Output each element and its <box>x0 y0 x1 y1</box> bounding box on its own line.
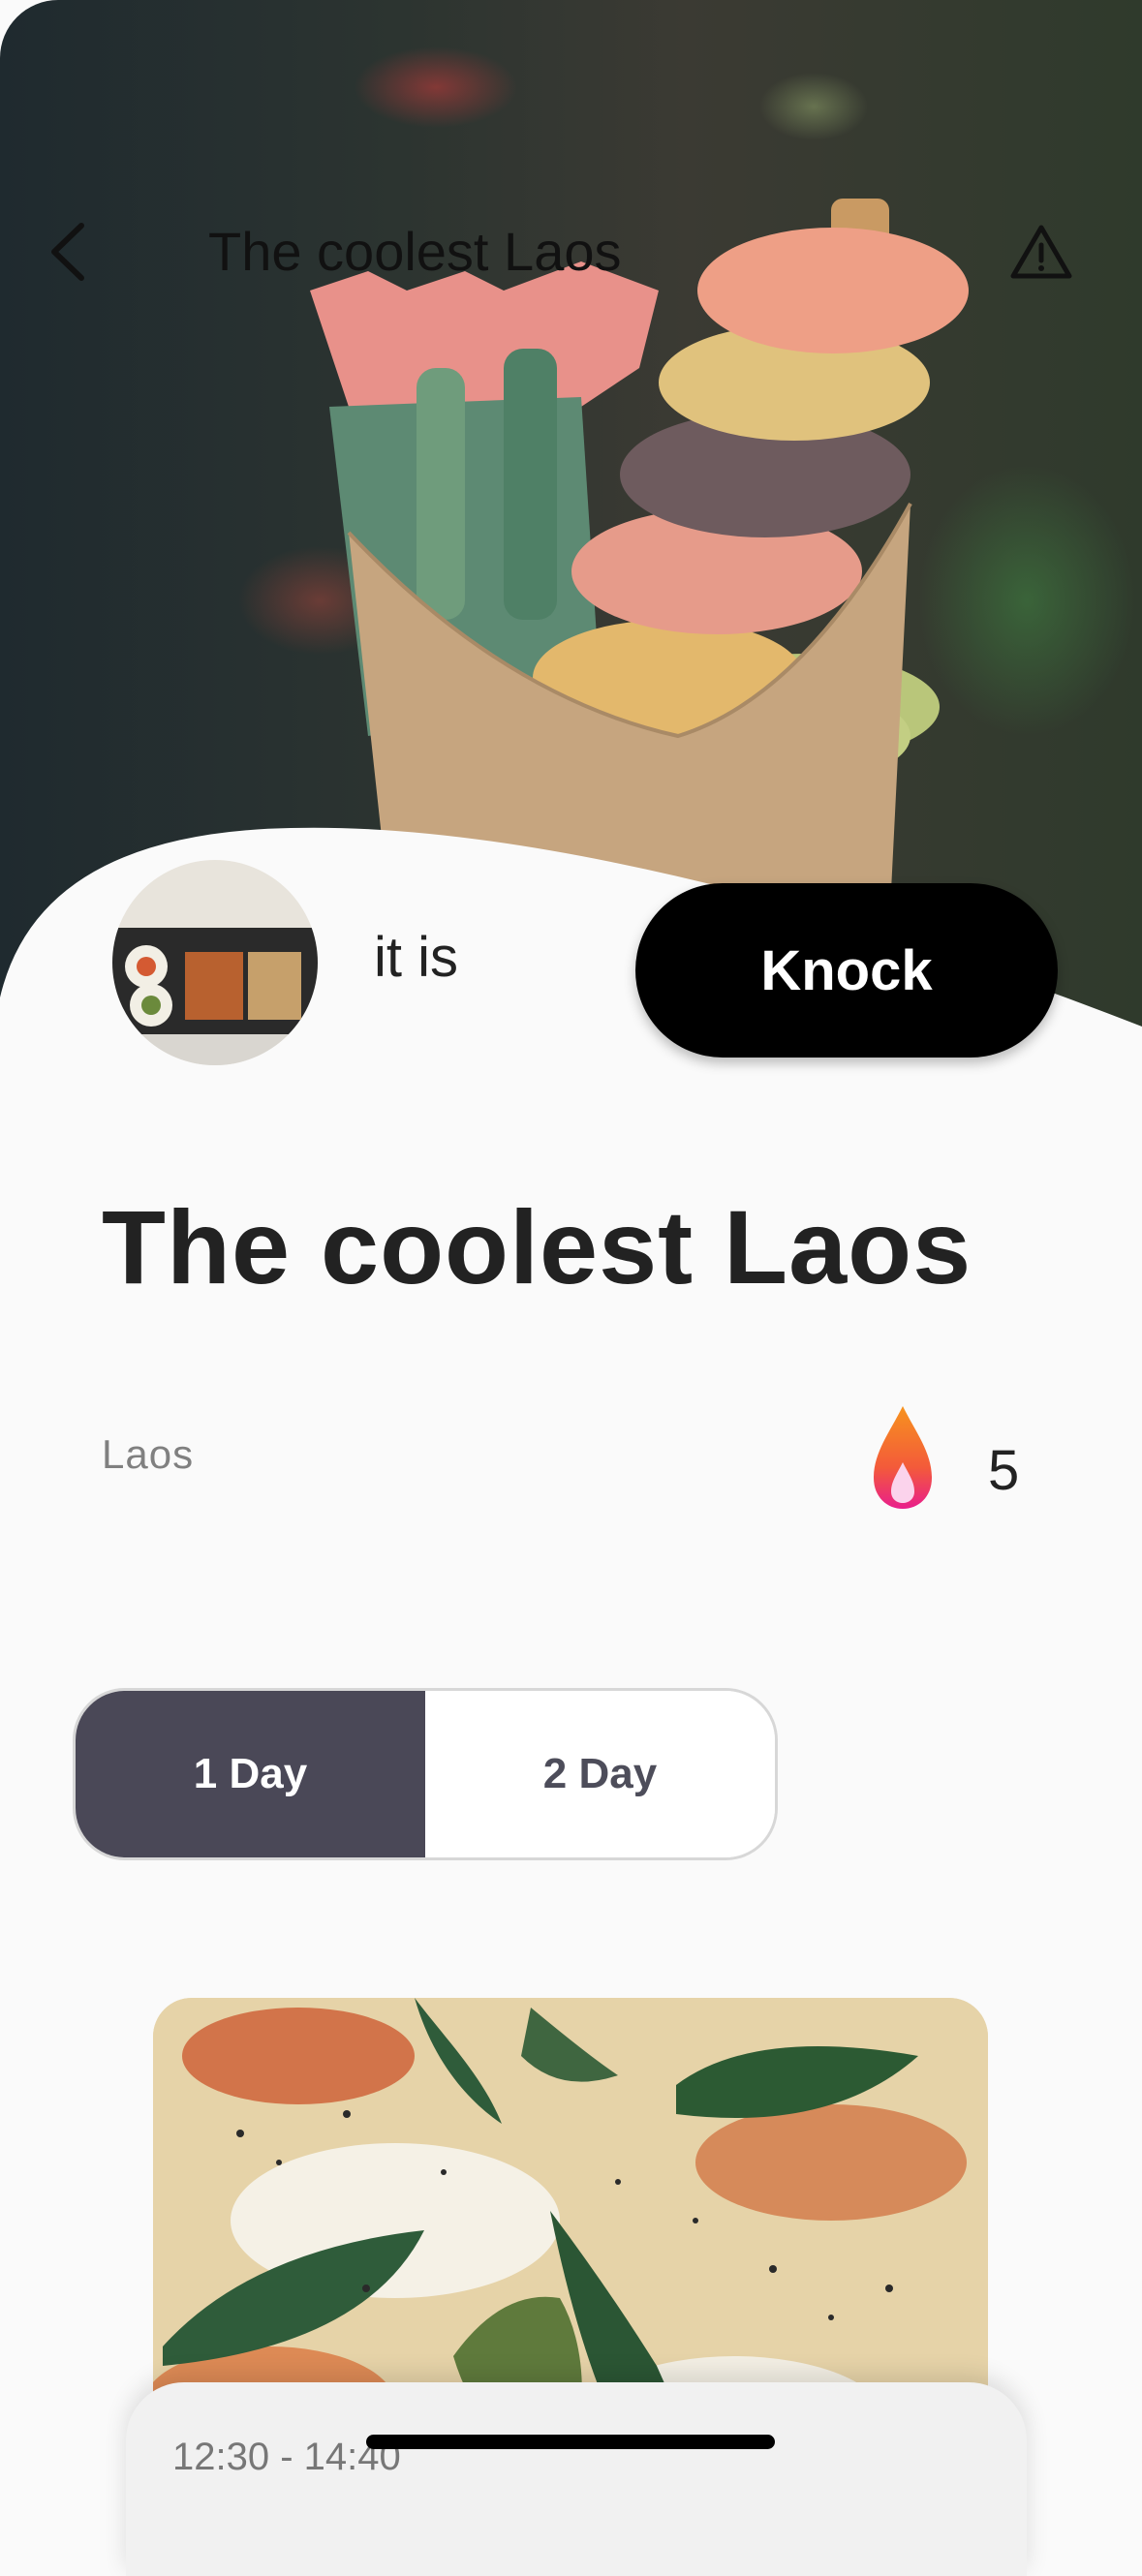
warning-triangle-icon <box>1010 225 1072 279</box>
header-title: The coolest Laos <box>208 221 622 282</box>
chevron-left-icon <box>51 223 84 281</box>
tab-1-day[interactable]: 1 Day <box>76 1691 425 1857</box>
back-button[interactable] <box>39 218 97 286</box>
avatar-food-image <box>112 860 318 1065</box>
post-title: The coolest Laos <box>102 1188 972 1305</box>
report-button[interactable] <box>1007 218 1075 286</box>
user-name[interactable]: it is <box>374 925 458 990</box>
location-label: Laos <box>102 1431 195 1477</box>
day-tabs: 1 Day 2 Day <box>73 1688 778 1860</box>
avatar[interactable] <box>112 860 318 1065</box>
home-indicator[interactable] <box>366 2435 775 2449</box>
schedule-card[interactable] <box>126 2382 1027 2576</box>
fire-count: 5 <box>988 1439 1020 1502</box>
tab-2-day[interactable]: 2 Day <box>425 1691 775 1857</box>
flame-icon <box>874 1406 932 1509</box>
knock-button[interactable]: Knock <box>635 883 1058 1058</box>
